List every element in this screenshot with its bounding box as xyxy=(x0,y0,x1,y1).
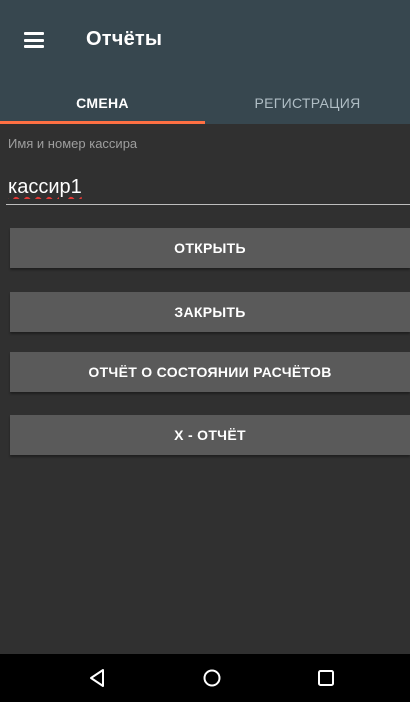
tab-bar: СМЕНА РЕГИСТРАЦИЯ xyxy=(0,82,410,124)
tab-registration[interactable]: РЕГИСТРАЦИЯ xyxy=(205,82,410,124)
menu-icon[interactable] xyxy=(24,32,44,48)
tab-shift[interactable]: СМЕНА xyxy=(0,82,205,124)
cashier-name-input[interactable] xyxy=(6,170,410,205)
close-shift-button[interactable]: ЗАКРЫТЬ xyxy=(10,292,410,332)
x-report-button[interactable]: X - ОТЧЁТ xyxy=(10,415,410,455)
app-bar: Отчёты xyxy=(0,0,410,82)
home-icon[interactable] xyxy=(182,654,242,702)
back-icon[interactable] xyxy=(68,654,128,702)
open-shift-button[interactable]: ОТКРЫТЬ xyxy=(10,228,410,268)
recents-icon[interactable] xyxy=(296,654,356,702)
cashier-field-label: Имя и номер кассира xyxy=(8,136,138,151)
page-title: Отчёты xyxy=(86,28,163,50)
screen: Отчёты СМЕНА РЕГИСТРАЦИЯ Имя и номер кас… xyxy=(0,0,410,702)
settlement-report-button[interactable]: ОТЧЁТ О СОСТОЯНИИ РАСЧЁТОВ xyxy=(10,352,410,392)
system-nav-bar xyxy=(0,654,410,702)
tab-indicator xyxy=(0,121,205,124)
